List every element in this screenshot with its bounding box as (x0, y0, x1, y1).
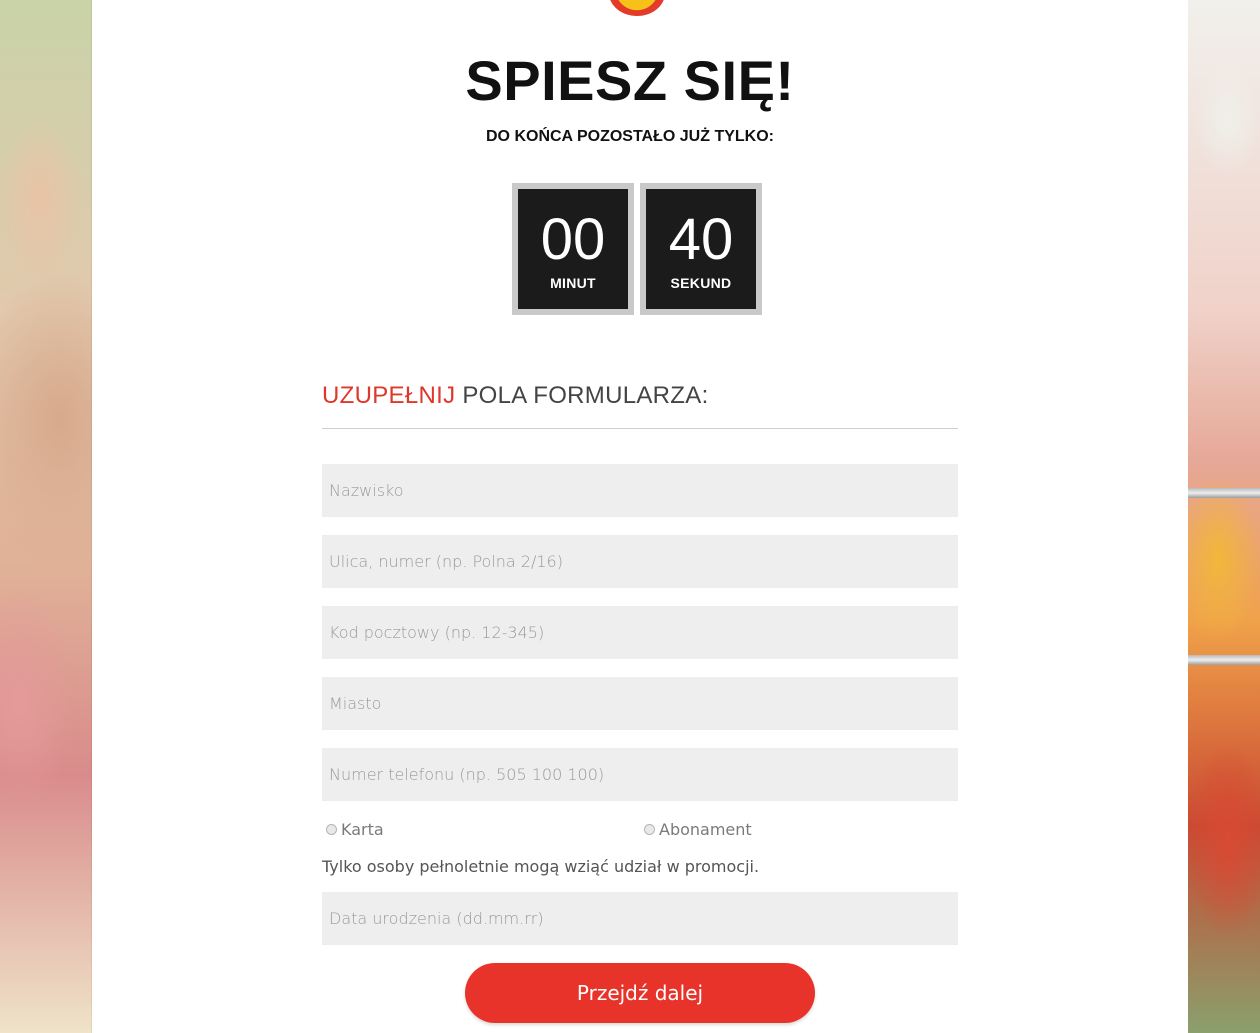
page-subtitle: DO KOŃCA POZOSTAŁO JUŻ TYLKO: (486, 128, 774, 145)
heading-divider (322, 428, 958, 429)
timer-minutes-value: 00 (540, 207, 606, 272)
radio-subscription-label: Abonament (659, 820, 752, 839)
countdown-timer: 00 MINUT 40 SEKUND (512, 183, 762, 315)
radio-card-label: Karta (341, 820, 384, 839)
logo-icon (609, 0, 665, 16)
postal-code-field[interactable] (322, 606, 958, 659)
adult-only-notice: Tylko osoby pełnoletnie mogą wziąć udzia… (322, 857, 760, 876)
side-photo-right (1188, 0, 1260, 1033)
radio-option-subscription[interactable]: Abonament (644, 820, 752, 839)
timer-minutes-box: 00 MINUT (512, 183, 634, 315)
city-field[interactable] (322, 677, 958, 730)
timer-seconds-value: 40 (668, 207, 734, 272)
form-heading-accent: UZUPEŁNIJ (322, 382, 456, 409)
timer-seconds-label: SEKUND (670, 275, 732, 291)
side-photo-left (0, 0, 92, 1033)
surname-field[interactable] (322, 464, 958, 517)
radio-subscription-input[interactable] (644, 824, 655, 835)
cart-rail (1188, 655, 1260, 665)
radio-card-input[interactable] (326, 824, 337, 835)
form-heading: UZUPEŁNIJ POLA FORMULARZA: (322, 382, 709, 410)
cart-rail (1188, 488, 1260, 498)
street-field[interactable] (322, 535, 958, 588)
form-heading-rest: POLA FORMULARZA: (455, 382, 709, 409)
phone-field[interactable] (322, 748, 958, 801)
timer-minutes-label: MINUT (550, 275, 596, 291)
page-title: SPIESZ SIĘ! (465, 49, 795, 112)
radio-option-card[interactable]: Karta (326, 820, 384, 839)
continue-button[interactable]: Przejdź dalej (465, 963, 815, 1023)
birthdate-field[interactable] (322, 892, 958, 945)
timer-seconds-box: 40 SEKUND (640, 183, 762, 315)
plan-type-radio-group: Karta Abonament (322, 820, 958, 842)
